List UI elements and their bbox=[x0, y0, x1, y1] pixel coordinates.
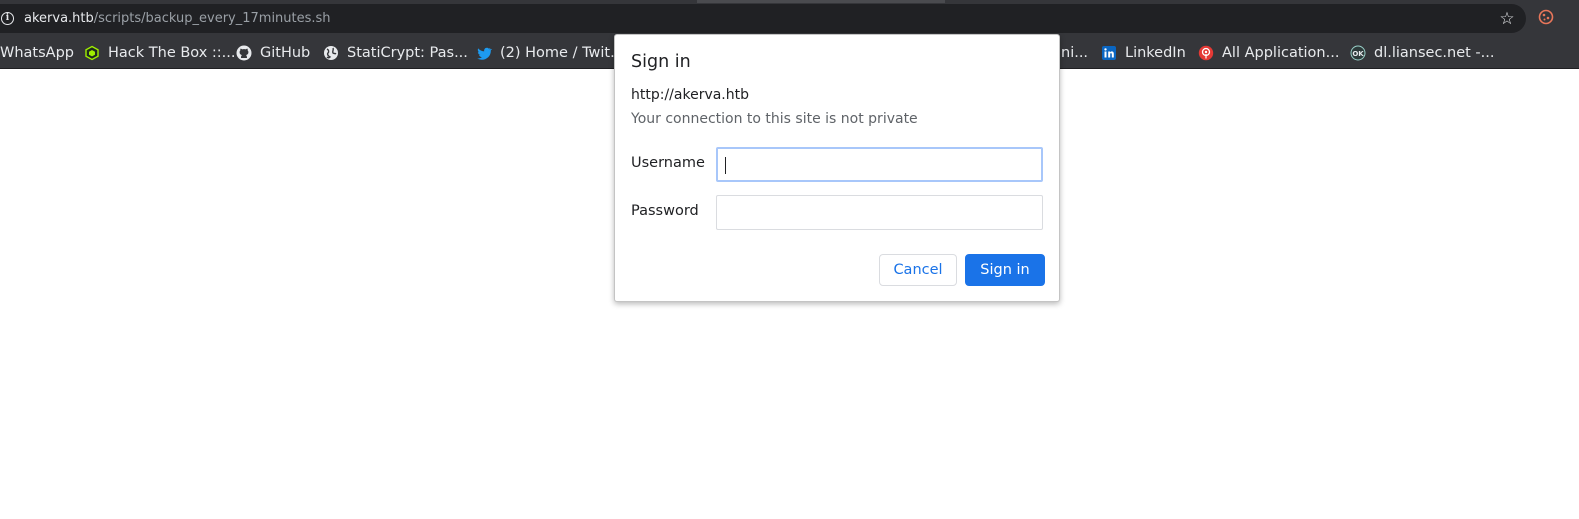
cookie-icon[interactable] bbox=[1538, 9, 1554, 25]
bookmark-label: dl.liansec.net -... bbox=[1374, 45, 1495, 61]
bookmark-hidden[interactable]: ni... bbox=[1061, 37, 1088, 69]
sign-in-button[interactable]: Sign in bbox=[965, 254, 1045, 286]
username-field[interactable] bbox=[716, 147, 1043, 182]
username-label: Username bbox=[631, 155, 705, 171]
dialog-title: Sign in bbox=[631, 52, 691, 72]
bookmark-applications[interactable]: All Application... bbox=[1198, 37, 1339, 69]
bookmark-label: ni... bbox=[1061, 45, 1089, 61]
star-icon[interactable]: ☆ bbox=[1498, 10, 1516, 28]
address-bar[interactable]: i akerva.htb/scripts/backup_every_17minu… bbox=[0, 4, 1526, 33]
active-tab-indicator bbox=[697, 0, 945, 3]
bookmark-label: GitHub bbox=[260, 45, 311, 61]
bookmark-label: (2) Home / Twit... bbox=[500, 45, 624, 61]
globe-icon bbox=[324, 46, 338, 60]
bookmark-twitter[interactable]: (2) Home / Twit... bbox=[476, 37, 624, 69]
bookmark-linkedin[interactable]: LinkedIn bbox=[1101, 37, 1186, 69]
url-host: akerva.htb bbox=[24, 11, 94, 26]
cancel-button[interactable]: Cancel bbox=[879, 254, 957, 286]
bookmark-label: LinkedIn bbox=[1125, 45, 1186, 61]
bookmark-label: WhatsApp bbox=[0, 45, 74, 61]
dialog-warning: Your connection to this site is not priv… bbox=[631, 111, 918, 127]
hackthebox-icon bbox=[85, 45, 99, 61]
bookmark-hackthebox[interactable]: Hack The Box ::... bbox=[84, 37, 236, 69]
bookmark-whatsapp[interactable]: WhatsApp bbox=[0, 37, 74, 69]
browser-toolbar: i akerva.htb/scripts/backup_every_17minu… bbox=[0, 0, 1579, 37]
radar-icon bbox=[1198, 45, 1214, 61]
twitter-icon bbox=[477, 47, 492, 60]
url-path: /scripts/backup_every_17minutes.sh bbox=[93, 11, 331, 26]
bookmark-label: All Application... bbox=[1222, 45, 1340, 61]
password-field[interactable] bbox=[716, 195, 1043, 230]
bookmark-staticrypt[interactable]: StatiCrypt: Pas... bbox=[323, 37, 468, 69]
bookmark-github[interactable]: GitHub bbox=[236, 37, 310, 69]
github-icon bbox=[236, 45, 252, 61]
ok-icon: OK bbox=[1350, 45, 1366, 61]
url-text[interactable]: akerva.htb/scripts/backup_every_17minute… bbox=[24, 11, 331, 26]
svg-text:OK: OK bbox=[1352, 50, 1364, 58]
text-caret bbox=[725, 157, 726, 174]
bookmark-label: Hack The Box ::... bbox=[108, 45, 236, 61]
password-label: Password bbox=[631, 203, 699, 219]
linkedin-icon bbox=[1102, 46, 1116, 60]
bookmark-label: StatiCrypt: Pas... bbox=[347, 45, 468, 61]
bookmark-liansec[interactable]: OK dl.liansec.net -... bbox=[1350, 37, 1495, 69]
sign-in-dialog: Sign in http://akerva.htb Your connectio… bbox=[614, 34, 1060, 302]
dialog-origin: http://akerva.htb bbox=[631, 87, 750, 103]
info-icon[interactable]: i bbox=[1, 12, 14, 25]
